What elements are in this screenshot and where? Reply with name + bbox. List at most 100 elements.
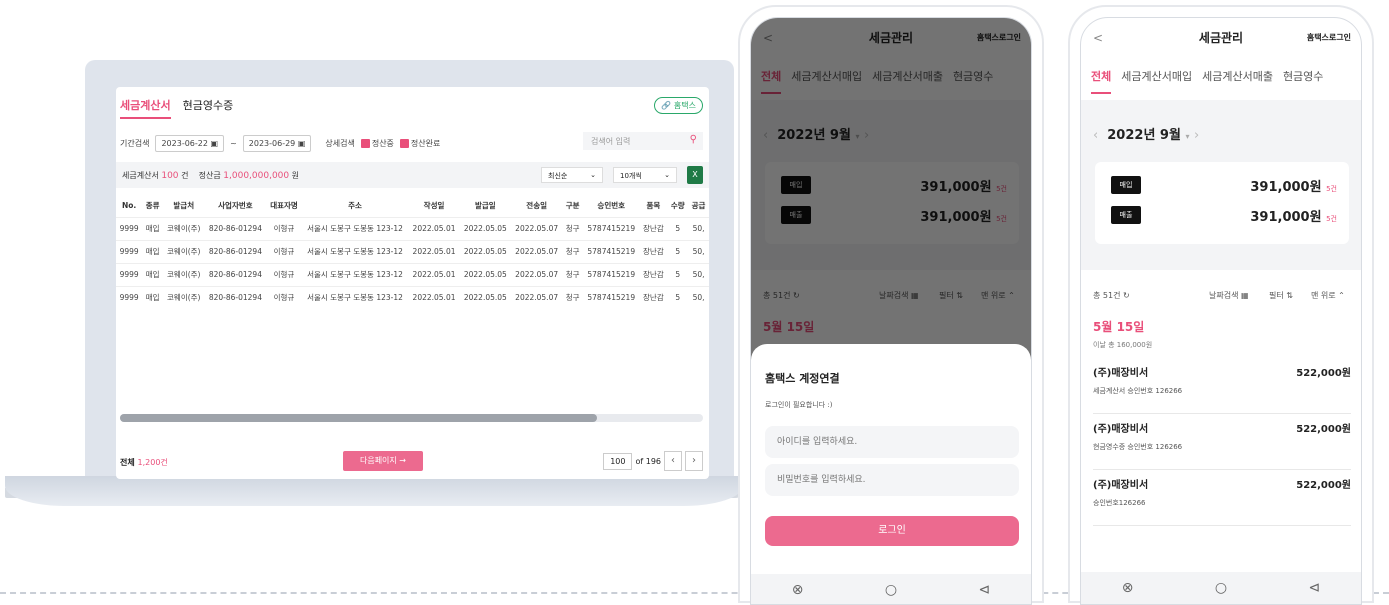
- filter-button[interactable]: 필터 ⇅: [1269, 290, 1293, 301]
- sheet-subtitle: 로그인이 필요합니다 :): [765, 401, 833, 409]
- col-header: 수량: [670, 201, 685, 211]
- date-from-field[interactable]: 2023-06-22 ▣: [155, 135, 225, 152]
- checkbox-settling-label: 정산중: [371, 139, 394, 148]
- table-cell: 매입: [142, 239, 164, 263]
- id-input[interactable]: [765, 426, 1019, 458]
- scrollbar-thumb[interactable]: [120, 414, 597, 422]
- table-cell: 장난감: [639, 216, 668, 240]
- per-page-select[interactable]: 10개씩 ⌄: [613, 167, 677, 183]
- calendar-icon: ▣: [297, 139, 306, 148]
- login-button[interactable]: 로그인: [765, 516, 1019, 546]
- table-cell: 2022.05.07: [511, 239, 563, 263]
- table-cell: 820-86-01294: [204, 285, 267, 309]
- col-header: 주소: [348, 201, 362, 211]
- date-to-field[interactable]: 2023-06-29 ▣: [242, 135, 312, 152]
- tab-cash[interactable]: 현금영수: [1283, 68, 1323, 94]
- table-cell: 50,: [688, 262, 709, 286]
- back-nav-icon[interactable]: ⊲: [979, 582, 991, 598]
- next-page-button[interactable]: 다음페이지 →: [343, 451, 423, 471]
- phone-list-screen: < 세금관리 홈택스로그인 전체 세금계산서매입 세금계산서매출 현금영수 ‹ …: [1080, 17, 1362, 605]
- checkbox-icon: [360, 139, 370, 148]
- table-cell: 2022.05.05: [459, 239, 511, 263]
- table-cell: 5: [667, 285, 689, 309]
- settle-unit: 원: [291, 171, 300, 180]
- date-search-button[interactable]: 날짜검색 ▦: [1209, 290, 1249, 301]
- col-header: 대표자명: [270, 201, 298, 211]
- sort-select[interactable]: 최신순 ⌄: [541, 167, 603, 183]
- password-input[interactable]: [765, 464, 1019, 496]
- to-top-button[interactable]: 맨 위로 ⌃: [1311, 290, 1345, 301]
- list-item[interactable]: (주)매장비서 522,000원 승인번호126266: [1093, 470, 1351, 526]
- table-cell: 이형규: [266, 285, 302, 309]
- hometax-login-link[interactable]: 홈택스로그인: [1307, 18, 1351, 58]
- page-size-input[interactable]: 100: [603, 452, 633, 470]
- item-sub: 현금영수증 승인번호 126266: [1093, 443, 1183, 451]
- table-cell: 청구: [562, 262, 584, 286]
- tab-cash-receipt[interactable]: 현금영수증: [183, 97, 234, 119]
- table-row[interactable]: 9999 매입 코웨이(주) 820-86-01294 이형규 서울시 도봉구 도봉동 1…: [116, 262, 709, 286]
- date-separator: ~: [230, 139, 237, 148]
- table-cell: 5: [667, 239, 689, 263]
- period-label: 기간검색: [120, 139, 150, 148]
- month-selector[interactable]: ‹ 2022년 9월 ▾ ›: [1093, 124, 1199, 143]
- table-row[interactable]: 9999 매입 코웨이(주) 820-86-01294 이형규 서울시 도봉구 도봉동 1…: [116, 239, 709, 263]
- home-icon[interactable]: ○: [1215, 580, 1227, 596]
- filter-icon: ⇅: [1286, 291, 1293, 300]
- table-cell: 장난감: [639, 239, 668, 263]
- hometax-button[interactable]: 🔗 홈택스: [654, 97, 703, 114]
- next-page-icon[interactable]: ›: [685, 451, 703, 471]
- table-cell: 2022.05.05: [459, 216, 511, 240]
- search-input[interactable]: 검색어 입력 ⚲: [583, 132, 703, 150]
- chevron-left-icon[interactable]: ‹: [1093, 128, 1098, 143]
- table-cell: 2022.05.07: [511, 262, 563, 286]
- table-cell: 서울시 도봉구 도봉동 123-12: [301, 239, 409, 263]
- horizontal-scrollbar[interactable]: [120, 414, 703, 422]
- table-cell: 이형규: [266, 239, 302, 263]
- tab-invoice-buy[interactable]: 세금계산서매입: [1121, 68, 1192, 94]
- table-cell: 2022.05.01: [408, 285, 460, 309]
- refresh-icon[interactable]: ↻: [1123, 291, 1130, 300]
- table-cell: 5787415219: [583, 285, 640, 309]
- table-row[interactable]: 9999 매입 코웨이(주) 820-86-01294 이형규 서울시 도봉구 도봉동 1…: [116, 216, 709, 240]
- table-cell: 장난감: [639, 262, 668, 286]
- table-cell: 매입: [142, 285, 164, 309]
- search-icon[interactable]: ⚲: [690, 134, 697, 145]
- buy-count: 5건: [1326, 185, 1337, 193]
- back-nav-icon[interactable]: ⊲: [1309, 580, 1321, 596]
- date-from-value: 2023-06-22: [161, 139, 208, 148]
- home-icon[interactable]: ○: [885, 582, 897, 598]
- sheet-title: 홈택스 계정연결: [765, 372, 840, 385]
- recent-apps-icon[interactable]: ⊗: [792, 582, 804, 598]
- tab-invoice-sell[interactable]: 세금계산서매출: [1202, 68, 1273, 94]
- tab-tax-invoice[interactable]: 세금계산서: [120, 97, 171, 119]
- invoice-table: No. 종류 발급처 사업자번호 대표자명 주소 작성일 발급일 전송일 구분 …: [116, 195, 709, 309]
- col-header: 사업자번호: [218, 201, 253, 211]
- list-item[interactable]: (주)매장비서 522,000원 현금영수증 승인번호 126266: [1093, 414, 1351, 470]
- checkbox-settling[interactable]: 정산중: [360, 138, 394, 149]
- table-row[interactable]: 9999 매입 코웨이(주) 820-86-01294 이형규 서울시 도봉구 도봉동 1…: [116, 285, 709, 309]
- pagination: 100 of 196 ‹ ›: [603, 451, 703, 471]
- desktop-tabs: 세금계산서 현금영수증: [120, 97, 233, 119]
- recent-apps-icon[interactable]: ⊗: [1122, 580, 1134, 596]
- per-page-value: 10개씩: [620, 172, 642, 180]
- checkbox-settled[interactable]: 정산완료: [399, 138, 440, 149]
- col-header: 종류: [145, 201, 160, 211]
- android-nav-bar: ⊗ ○ ⊲: [1081, 572, 1361, 604]
- total-label: 전체: [120, 458, 135, 467]
- item-sub: 승인번호126266: [1093, 499, 1146, 507]
- excel-icon[interactable]: X: [687, 166, 703, 184]
- back-icon[interactable]: <: [1093, 18, 1103, 58]
- chevron-down-icon: ⌄: [590, 171, 596, 179]
- chevron-right-icon[interactable]: ›: [1194, 128, 1199, 143]
- sell-badge: 매출: [1111, 206, 1141, 224]
- date-search-label: 날짜검색: [1209, 291, 1239, 300]
- prev-page-icon[interactable]: ‹: [664, 451, 682, 471]
- dropdown-icon: ▾: [1185, 132, 1190, 141]
- tab-all[interactable]: 전체: [1091, 68, 1112, 94]
- total-value: 1,200건: [137, 458, 168, 467]
- summary-label: 세금계산서: [122, 171, 159, 180]
- table-cell: 2022.05.01: [408, 262, 460, 286]
- col-header: 발급처: [173, 201, 195, 211]
- col-header: 전송일: [526, 201, 547, 211]
- list-item[interactable]: (주)매장비서 522,000원 세금계산서 승인번호 126266: [1093, 358, 1351, 414]
